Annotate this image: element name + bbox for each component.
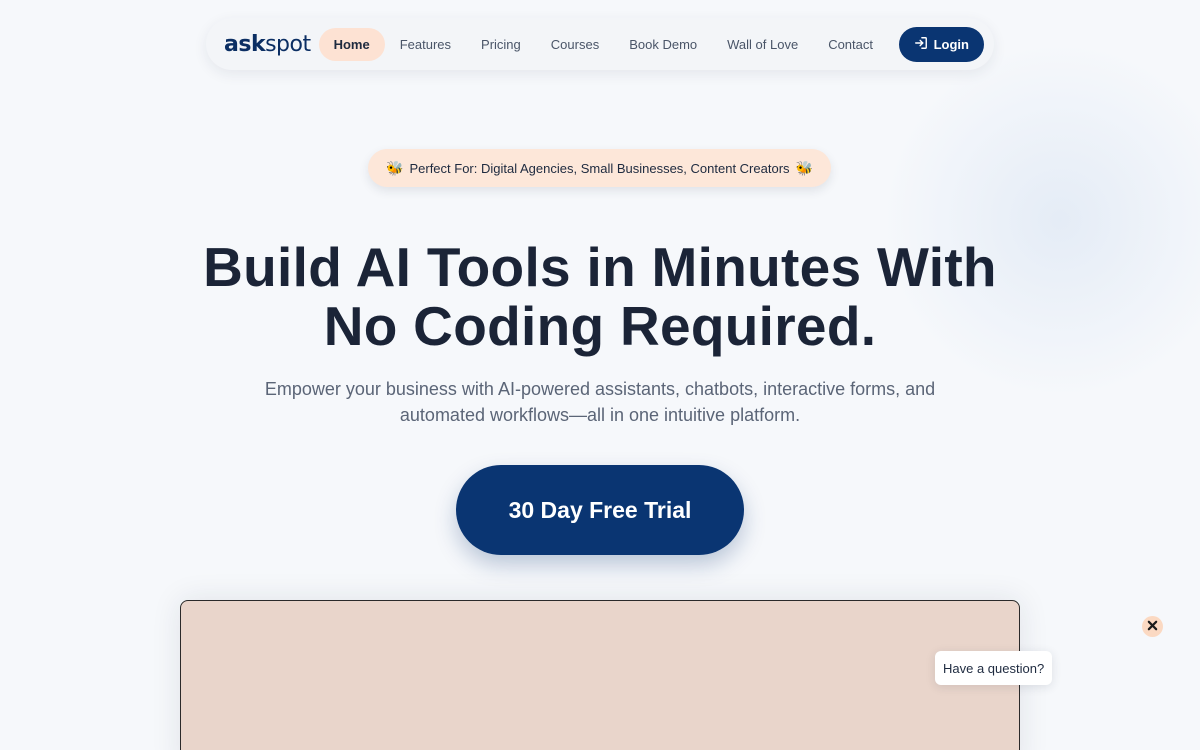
login-icon — [914, 36, 928, 53]
askspot-logo[interactable]: ask spot — [224, 32, 311, 57]
subtext-line-2: automated workflows—all in one intuitive… — [399, 405, 801, 425]
hero-subtext: Empower your business with AI-powered as… — [240, 376, 960, 428]
nav-item-book-demo[interactable]: Book Demo — [614, 28, 712, 61]
free-trial-button[interactable]: 30 Day Free Trial — [456, 465, 744, 555]
nav-item-features[interactable]: Features — [385, 28, 466, 61]
subtext-line-1: Empower your business with AI-powered as… — [264, 379, 936, 399]
login-label: Login — [933, 36, 969, 52]
nav-item-home[interactable]: Home — [318, 27, 385, 61]
badge-text: Perfect For: Digital Agencies, Small Bus… — [409, 160, 790, 176]
nav-item-courses[interactable]: Courses — [536, 28, 614, 61]
bee-icon: 🐝 — [795, 159, 813, 176]
hero-media-panel — [180, 600, 1020, 750]
nav-item-pricing[interactable]: Pricing — [466, 28, 536, 61]
close-icon — [1147, 618, 1158, 636]
chat-close-button[interactable] — [1142, 616, 1163, 637]
headline-line-2: No Coding Required. — [323, 295, 877, 357]
hero-headline: Build AI Tools in Minutes With No Coding… — [0, 238, 1200, 356]
chat-prompt-bubble[interactable]: Have a question? — [935, 651, 1053, 685]
top-navbar: ask spot Home Features Pricing Courses Bo… — [206, 18, 994, 70]
login-button[interactable]: Login — [898, 26, 984, 62]
headline-line-1: Build AI Tools in Minutes With — [203, 236, 997, 298]
nav-item-contact[interactable]: Contact — [813, 28, 888, 61]
nav-menu: Home Features Pricing Courses Book Demo … — [318, 27, 899, 61]
audience-badge: 🐝 Perfect For: Digital Agencies, Small B… — [368, 149, 831, 187]
nav-item-wall-of-love[interactable]: Wall of Love — [712, 28, 813, 61]
bee-icon: 🐝 — [386, 159, 404, 176]
